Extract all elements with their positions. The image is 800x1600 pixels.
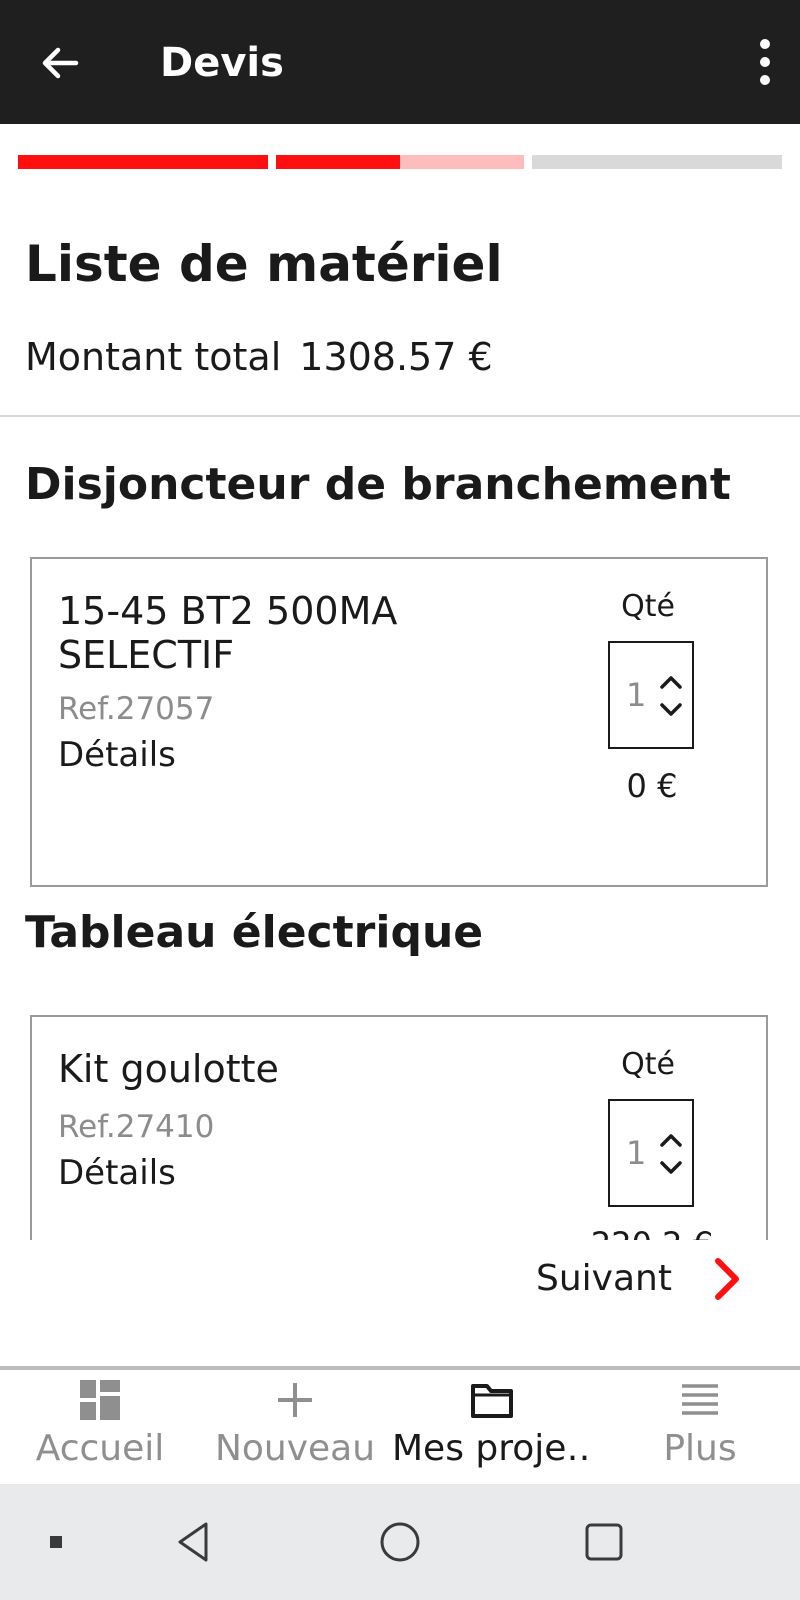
more-vert-icon[interactable]: [750, 36, 780, 88]
app-bar: Devis: [0, 0, 800, 124]
nav-label: Mes proje…: [392, 1428, 592, 1469]
details-link[interactable]: Détails: [58, 1151, 176, 1195]
qty-label: Qté: [621, 589, 675, 624]
product-ref: Ref.27410: [58, 1109, 215, 1145]
back-triangle-icon[interactable]: [170, 1518, 218, 1566]
dashboard-icon: [80, 1380, 120, 1420]
quantity-value: 1: [626, 1134, 647, 1172]
nav-item-nouveau[interactable]: Nouveau: [195, 1370, 395, 1484]
nav-item-mes-projets[interactable]: Mes proje…: [392, 1370, 592, 1484]
quantity-value: 1: [626, 676, 647, 714]
quantity-stepper[interactable]: 1: [608, 1099, 694, 1207]
material-list[interactable]: Disjoncteur de branchement 15-45 BT2 500…: [0, 417, 800, 1240]
menu-lines-icon: [682, 1384, 718, 1415]
folder-icon: [471, 1384, 513, 1418]
product-name: 15-45 BT2 500MA SELECTIF: [58, 589, 398, 677]
stepper-arrows-icon[interactable]: [658, 673, 684, 719]
bottom-navigation: Accueil Nouveau Mes proje… Plus: [0, 1366, 800, 1484]
details-link[interactable]: Détails: [58, 733, 176, 777]
nav-label: Nouveau: [214, 1428, 376, 1469]
category-title: Disjoncteur de branchement: [25, 459, 731, 510]
product-name: Kit goulotte: [58, 1047, 279, 1091]
home-circle-icon[interactable]: [376, 1518, 424, 1566]
progress-segment-3: [532, 155, 782, 169]
nav-label: Accueil: [35, 1428, 165, 1469]
product-price: 0 €: [626, 767, 678, 805]
category-title: Tableau électrique: [25, 907, 484, 958]
step-progress: [18, 155, 782, 169]
nav-item-accueil[interactable]: Accueil: [0, 1370, 200, 1484]
progress-segment-2: [276, 155, 524, 169]
app-bar-title: Devis: [160, 40, 284, 86]
quantity-stepper[interactable]: 1: [608, 641, 694, 749]
system-navigation-bar: [0, 1484, 800, 1600]
total-value: 1308.57 €: [299, 335, 493, 379]
next-button-label: Suivant: [536, 1258, 672, 1299]
plus-icon: [278, 1383, 312, 1417]
arrow-left-icon[interactable]: [36, 38, 86, 88]
total-amount: Montant total 1308.57 €: [25, 333, 493, 381]
chevron-right-icon: [715, 1258, 739, 1300]
nav-label: Plus: [663, 1428, 737, 1469]
recents-square-icon[interactable]: [580, 1518, 628, 1566]
qty-label: Qté: [621, 1047, 675, 1082]
product-ref: Ref.27057: [58, 691, 215, 727]
next-button[interactable]: Suivant: [520, 1244, 790, 1314]
progress-segment-1: [18, 155, 268, 169]
total-label: Montant total: [25, 335, 282, 379]
product-card: 15-45 BT2 500MA SELECTIF Ref.27057 Détai…: [30, 557, 768, 887]
product-card: Kit goulotte Ref.27410 Détails Qté 1 220…: [30, 1015, 768, 1240]
stepper-arrows-icon[interactable]: [658, 1131, 684, 1177]
product-price: 220.2 €: [582, 1223, 722, 1240]
nav-item-plus[interactable]: Plus: [600, 1370, 800, 1484]
dot-icon[interactable]: [32, 1518, 80, 1566]
page-title: Liste de matériel: [25, 235, 503, 293]
